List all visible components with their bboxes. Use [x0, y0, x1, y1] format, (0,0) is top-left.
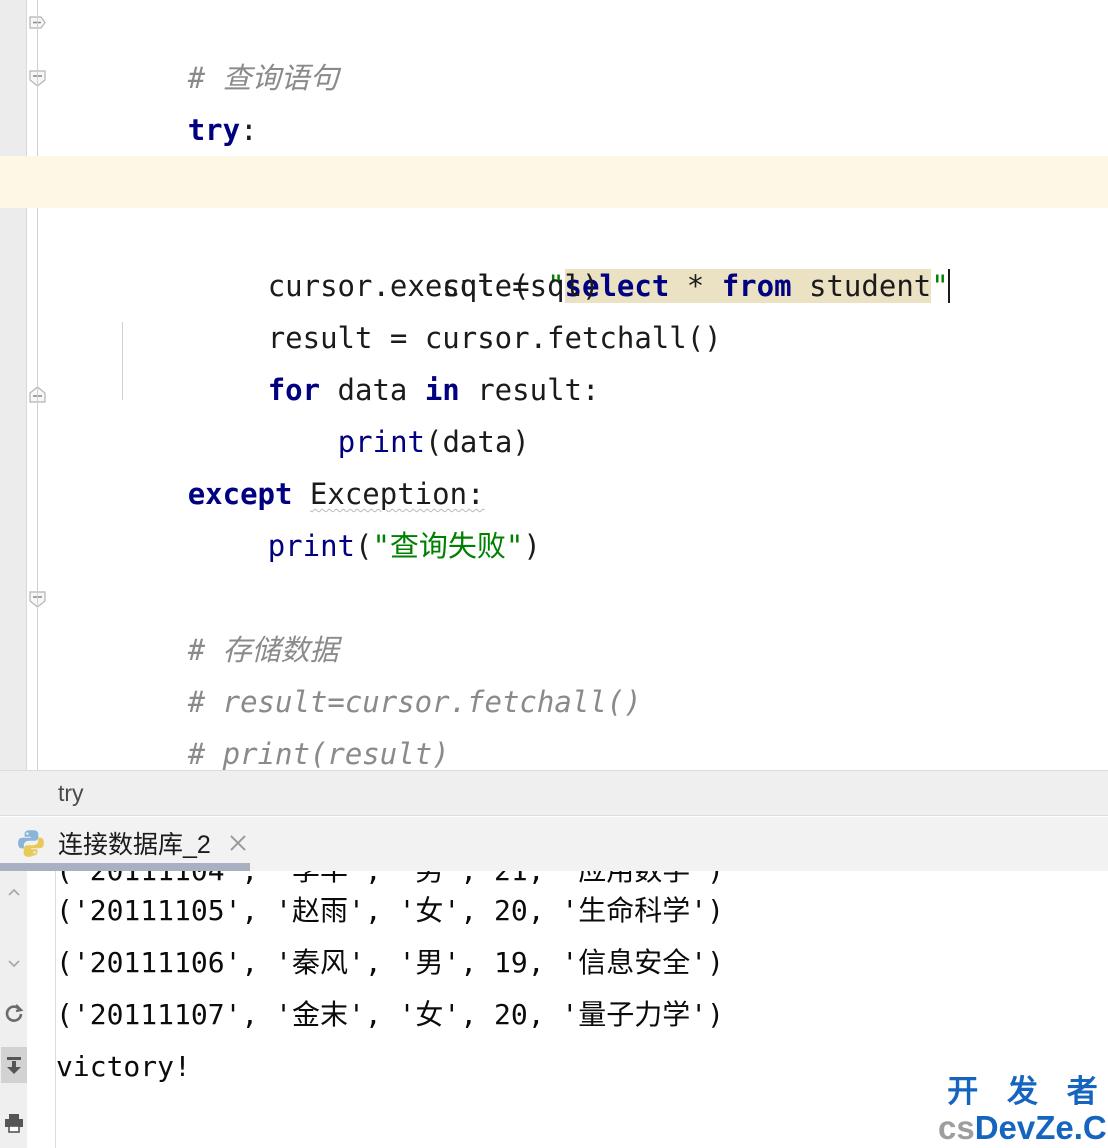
console-line: ('20111107', '金末', '女', 20, '量子力学')	[56, 998, 725, 1031]
run-tab-bar: 连接数据库_2	[0, 817, 1108, 871]
code-line-comment-store[interactable]: # 存储数据	[0, 572, 1108, 667]
code-line-sql-assign[interactable]: sql = "select * from student"	[0, 156, 1108, 303]
console-line: ('20111104', '李华', '男', 21, '应用数学')	[56, 871, 1108, 885]
code-line-cursor-assign[interactable]: cursor = db.cursor()	[0, 104, 1108, 199]
horizontal-scrollbar-thumb[interactable]	[0, 863, 250, 871]
code-line-comment-fetchall[interactable]: # result=cursor.fetchall()	[0, 624, 1108, 719]
down-arrow-icon[interactable]	[1, 945, 27, 981]
code-line-result-assign[interactable]: result = cursor.fetchall()	[0, 260, 1108, 355]
watermark-suffix: DevZe.CoM	[974, 1109, 1108, 1146]
soft-wrap-icon[interactable]	[1, 1047, 27, 1083]
console-line: ('20111105', '赵雨', '女', 20, '生命科学')	[56, 894, 725, 927]
code-line-for-loop[interactable]: for data in result:	[0, 312, 1108, 407]
code-line-comment-delete[interactable]: # 删除数据	[0, 728, 1108, 770]
up-arrow-icon[interactable]	[1, 875, 27, 911]
breadcrumb[interactable]: try	[0, 770, 1108, 816]
code-line-blank[interactable]	[0, 520, 1108, 572]
code-line-comment-query[interactable]: # 查询语句	[0, 0, 1108, 95]
watermark-domain: csDevZe.CoM	[938, 1110, 1108, 1146]
watermark-prefix: cs	[938, 1109, 975, 1146]
code-line-print-data[interactable]: print(data)	[0, 364, 1108, 459]
console-line: ('20111106', '秦风', '男', 19, '信息安全')	[56, 946, 725, 979]
print-icon[interactable]	[1, 1105, 27, 1141]
watermark: 开 发 者 csDevZe.CoM	[938, 1074, 1108, 1148]
code-line-try[interactable]: try:	[0, 52, 1108, 147]
watermark-title: 开 发 者	[947, 1074, 1107, 1110]
ide-window: # 查询语句 try: cursor = db.cursor() sql = "…	[0, 0, 1108, 1148]
code-line-print-fail[interactable]: print("查询失败")	[0, 468, 1108, 563]
close-icon[interactable]	[227, 832, 249, 854]
horizontal-scrollbar-track[interactable]	[0, 863, 1108, 871]
code-line-comment-print-result[interactable]: # print(result)	[0, 676, 1108, 770]
code-line-cursor-execute[interactable]: cursor.execute(sql)	[0, 208, 1108, 303]
python-icon	[16, 828, 46, 858]
run-tab[interactable]: 连接数据库_2	[0, 817, 263, 869]
code-line-container: # 查询语句 try: cursor = db.cursor() sql = "…	[0, 0, 1108, 770]
code-line-except[interactable]: except Exception:	[0, 416, 1108, 511]
code-editor[interactable]: # 查询语句 try: cursor = db.cursor() sql = "…	[0, 0, 1108, 770]
breadcrumb-item-try[interactable]: try	[58, 780, 84, 807]
rerun-icon[interactable]	[1, 995, 27, 1031]
run-tab-label: 连接数据库_2	[58, 831, 211, 859]
